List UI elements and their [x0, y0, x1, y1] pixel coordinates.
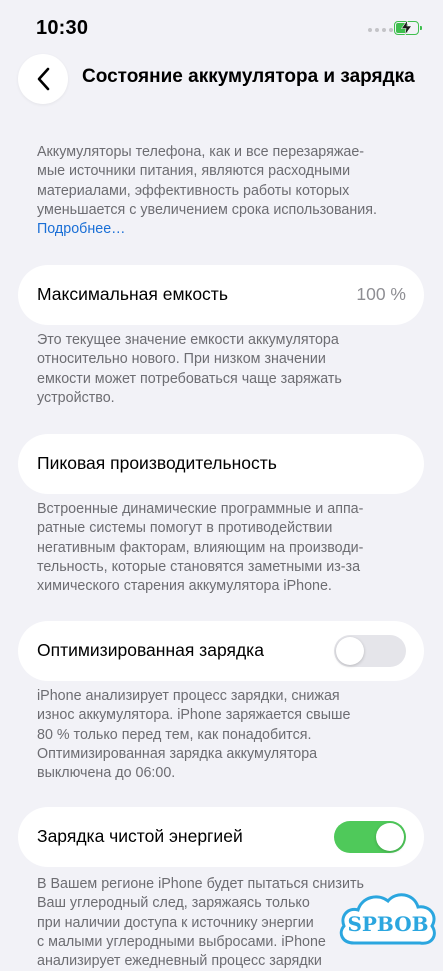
optimized-charging-toggle[interactable]	[334, 635, 406, 667]
page-title: Состояние аккумулятора и зарядка	[82, 66, 415, 87]
learn-more-link[interactable]: Подробнее…	[37, 221, 125, 237]
max-capacity-description: Это текущее значение емкости аккумулятор…	[37, 332, 342, 406]
cellular-signal-icon	[368, 28, 393, 32]
clean-energy-row: Зарядка чистой энергией	[18, 807, 424, 867]
optimized-charging-row: Оптимизированная зарядка	[18, 621, 424, 681]
status-time: 10:30	[36, 17, 89, 39]
clean-energy-label: Зарядка чистой энергией	[37, 826, 243, 846]
chevron-left-icon	[37, 67, 50, 91]
spbob-watermark-logo: SPBOB	[339, 893, 436, 945]
clean-energy-toggle[interactable]	[334, 821, 406, 853]
status-bar: 10:30	[0, 0, 443, 56]
watermark-text: SPBOB	[347, 912, 428, 936]
max-capacity-label: Максимальная емкость	[37, 284, 228, 304]
optimized-charging-label: Оптимизированная зарядка	[37, 640, 264, 660]
peak-performance-description: Встроенные динамические программные и ап…	[37, 501, 364, 595]
back-button[interactable]	[18, 54, 68, 104]
max-capacity-row: Максимальная емкость 100 %	[18, 265, 424, 325]
peak-performance-row[interactable]: Пиковая производительность	[18, 434, 424, 494]
max-capacity-value: 100 %	[356, 284, 406, 304]
battery-charging-icon	[394, 20, 422, 35]
intro-description: Аккумуляторы телефона, как и все перезар…	[37, 144, 377, 238]
peak-performance-label: Пиковая производительность	[37, 453, 277, 473]
optimized-charging-description: iPhone анализирует процесс зарядки, сниж…	[37, 688, 351, 782]
